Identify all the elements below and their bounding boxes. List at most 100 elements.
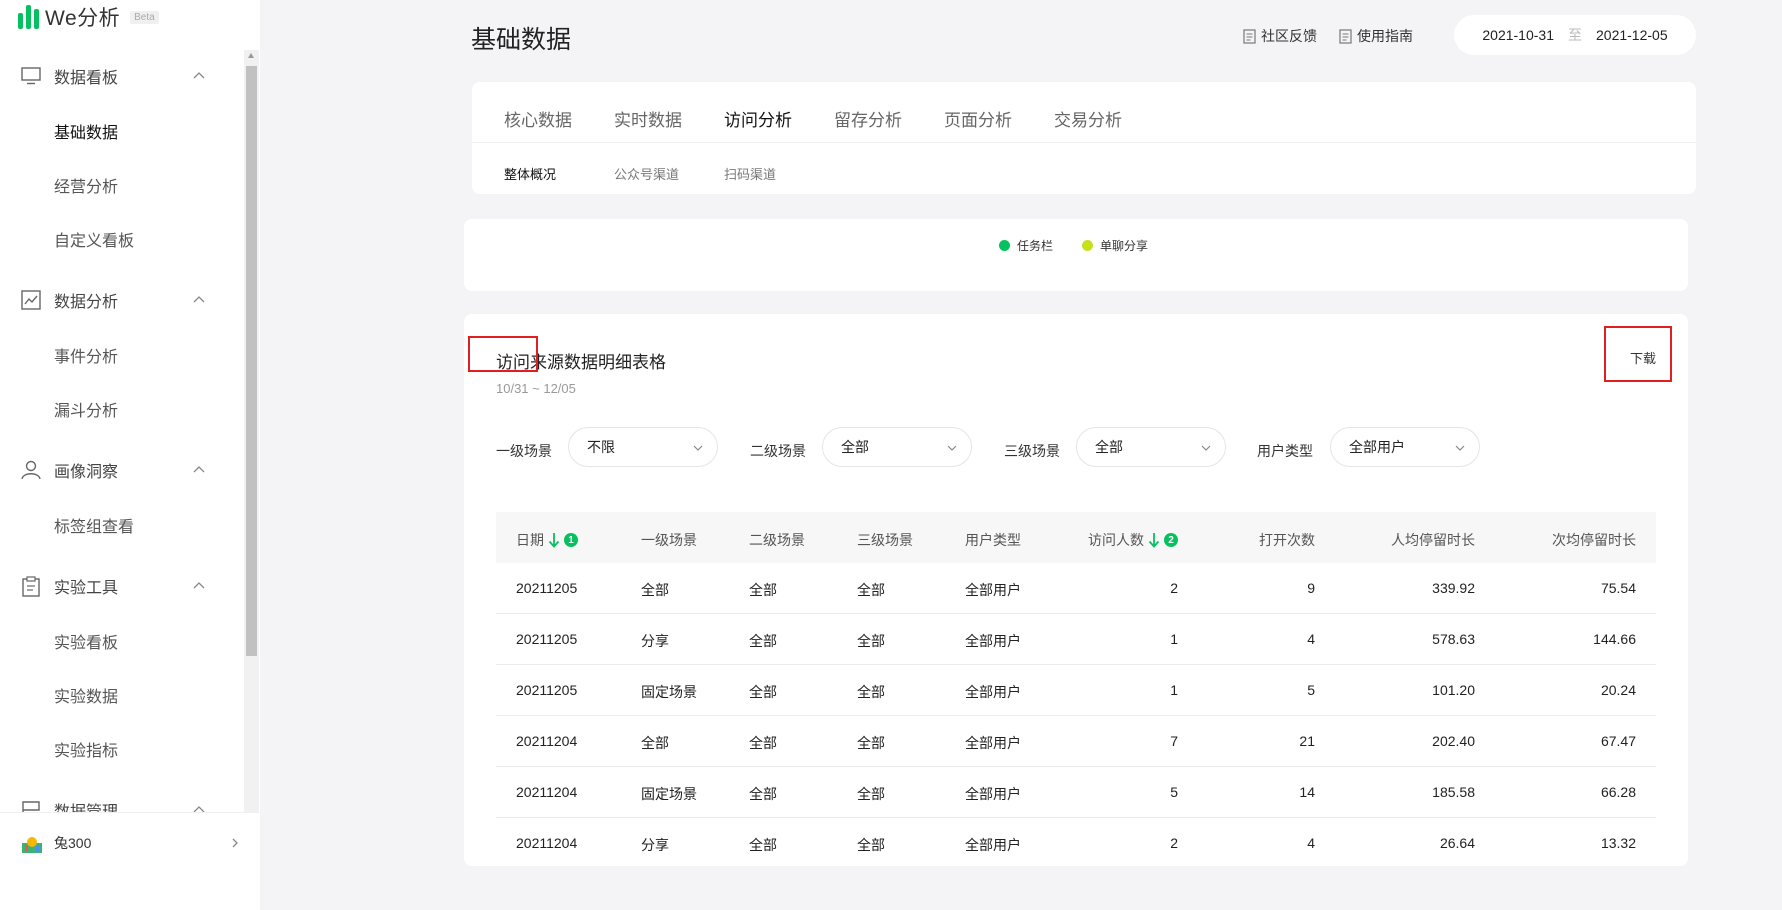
column-header-date[interactable]: 日期 1 <box>516 530 578 550</box>
cell-avg-stay-per-user: 578.63 <box>1432 631 1475 647</box>
cell-level2-scene: 全部 <box>749 684 777 700</box>
date-start[interactable]: 2021-10-31 <box>1482 27 1554 43</box>
sort-down-arrow-icon[interactable] <box>548 532 560 548</box>
nav-group-data-management[interactable]: 数据管理 <box>0 790 242 812</box>
chevron-down-icon <box>947 445 957 451</box>
user-icon <box>20 459 42 481</box>
nav-group-persona[interactable]: 画像洞察 <box>0 450 242 490</box>
date-end[interactable]: 2021-12-05 <box>1596 27 1668 43</box>
cell-avg-stay-per-open: 13.32 <box>1600 835 1636 851</box>
scrollbar-thumb[interactable] <box>246 66 257 656</box>
table-date-range: 10/31 ~ 12/05 <box>496 381 576 396</box>
cell-opens: 21 <box>1299 733 1315 749</box>
level3-scene-select[interactable]: 全部 <box>1076 427 1226 467</box>
chevron-up-icon <box>193 296 205 303</box>
tab-transaction-analysis[interactable]: 交易分析 <box>1054 106 1122 131</box>
cell-opens: 4 <box>1307 835 1315 851</box>
sidebar-item-basic-data[interactable]: 基础数据 <box>54 119 118 143</box>
column-header-level1[interactable]: 一级场景 <box>641 530 697 550</box>
level2-scene-select[interactable]: 全部 <box>822 427 972 467</box>
cell-avg-stay-per-open: 66.28 <box>1600 784 1636 800</box>
community-feedback-label: 社区反馈 <box>1261 28 1317 44</box>
nav-group-dashboard[interactable]: 数据看板 <box>0 56 242 96</box>
subtab-overview[interactable]: 整体概况 <box>504 164 556 183</box>
cell-visitors: 7 <box>1170 733 1178 749</box>
sidebar-item-tag-groups[interactable]: 标签组查看 <box>54 513 134 537</box>
cell-level2-scene: 全部 <box>749 837 777 853</box>
legend-label: 任务栏 <box>1017 239 1054 253</box>
sidebar-item-experiment-board[interactable]: 实验看板 <box>54 629 118 653</box>
sidebar-item-event-analysis[interactable]: 事件分析 <box>54 343 118 367</box>
highlight-box <box>1604 326 1672 382</box>
cell-user-type: 全部用户 <box>965 684 1021 700</box>
tab-retention-analysis[interactable]: 留存分析 <box>834 106 902 131</box>
monitor-icon <box>20 65 42 87</box>
nav-group-label: 画像洞察 <box>54 464 119 481</box>
cell-avg-stay-per-user: 339.92 <box>1432 580 1475 596</box>
cell-level3-scene: 全部 <box>857 837 885 853</box>
cell-user-type: 全部用户 <box>965 633 1021 649</box>
user-guide-label: 使用指南 <box>1357 28 1413 44</box>
table-body: 20211205 全部 全部 全部 全部用户 2 9 339.92 75.54 20211205 分… <box>496 563 1656 866</box>
cell-avg-stay-per-user: 26.64 <box>1439 835 1475 851</box>
column-header-level2[interactable]: 二级场景 <box>749 530 805 550</box>
column-header-opens[interactable]: 打开次数 <box>1259 530 1315 550</box>
cell-avg-stay-per-user: 101.20 <box>1432 682 1475 698</box>
cell-opens: 9 <box>1307 580 1315 596</box>
column-header-avg-stay-per-open[interactable]: 次均停留时长 <box>1552 530 1636 550</box>
sort-order-badge: 1 <box>564 533 578 547</box>
sidebar-item-funnel-analysis[interactable]: 漏斗分析 <box>54 397 118 421</box>
tab-core-data[interactable]: 核心数据 <box>504 106 572 131</box>
legend-item[interactable]: 单聊分享 <box>1082 237 1148 254</box>
account-switcher[interactable]: 兔300 <box>0 812 260 872</box>
scroll-up-arrow-icon[interactable] <box>248 53 254 58</box>
app-logo[interactable]: We分析 Beta <box>18 2 159 32</box>
chevron-up-icon <box>193 466 205 473</box>
filter-label-user-type: 用户类型 <box>1257 443 1313 459</box>
tab-visit-analysis[interactable]: 访问分析 <box>724 106 792 131</box>
user-guide-link[interactable]: 使用指南 <box>1339 26 1413 46</box>
legend-dot <box>1082 240 1093 251</box>
highlight-box <box>468 336 538 372</box>
column-header-level3[interactable]: 三级场景 <box>857 530 913 550</box>
nav-group-experiment[interactable]: 实验工具 <box>0 566 242 606</box>
nav-group-label: 数据分析 <box>54 294 119 311</box>
community-feedback-link[interactable]: 社区反馈 <box>1243 26 1317 46</box>
legend-dot <box>999 240 1010 251</box>
column-header-visitors[interactable]: 访问人数 2 <box>1088 530 1178 550</box>
sort-down-arrow-icon[interactable] <box>1148 532 1160 548</box>
user-type-select[interactable]: 全部用户 <box>1330 427 1480 467</box>
subtab-qr-scan[interactable]: 扫码渠道 <box>724 164 776 183</box>
legend-item[interactable]: 任务栏 <box>999 237 1053 254</box>
date-range-picker[interactable]: 2021-10-31 至 2021-12-05 <box>1454 15 1696 55</box>
cell-avg-stay-per-user: 185.58 <box>1432 784 1475 800</box>
detail-table-card: 访问来源数据明细表格 10/31 ~ 12/05 下载 一级场景 不限 二级场景… <box>464 314 1688 866</box>
nav-group-label: 实验工具 <box>54 580 119 597</box>
level1-scene-select[interactable]: 不限 <box>568 427 718 467</box>
sidebar-scrollbar[interactable] <box>244 50 259 812</box>
tab-realtime-data[interactable]: 实时数据 <box>614 106 682 131</box>
tab-page-analysis[interactable]: 页面分析 <box>944 106 1012 131</box>
cell-avg-stay-per-open: 67.47 <box>1600 733 1636 749</box>
nav-group-analysis[interactable]: 数据分析 <box>0 280 242 320</box>
cell-level1-scene: 分享 <box>641 633 669 649</box>
select-value: 全部 <box>1095 439 1123 455</box>
chevron-down-icon <box>1201 445 1211 451</box>
doc-icon <box>1339 28 1352 44</box>
cell-date: 20211205 <box>516 580 578 596</box>
sidebar-item-experiment-data[interactable]: 实验数据 <box>54 683 118 707</box>
account-name: 兔300 <box>54 834 92 851</box>
select-value: 全部用户 <box>1349 439 1405 455</box>
column-header-user-type[interactable]: 用户类型 <box>965 530 1021 550</box>
subtab-official-account[interactable]: 公众号渠道 <box>614 164 679 183</box>
cell-level3-scene: 全部 <box>857 786 885 802</box>
cell-level1-scene: 全部 <box>641 735 669 751</box>
cell-level1-scene: 固定场景 <box>641 684 697 700</box>
sidebar-item-experiment-metrics[interactable]: 实验指标 <box>54 737 118 761</box>
line-chart-icon <box>20 289 42 311</box>
column-header-avg-stay-per-user[interactable]: 人均停留时长 <box>1391 530 1475 550</box>
sidebar-item-custom-board[interactable]: 自定义看板 <box>54 227 134 251</box>
filter-label-level3: 三级场景 <box>1004 443 1060 459</box>
sidebar-item-operation-analysis[interactable]: 经营分析 <box>54 173 118 197</box>
select-value: 全部 <box>841 439 869 455</box>
